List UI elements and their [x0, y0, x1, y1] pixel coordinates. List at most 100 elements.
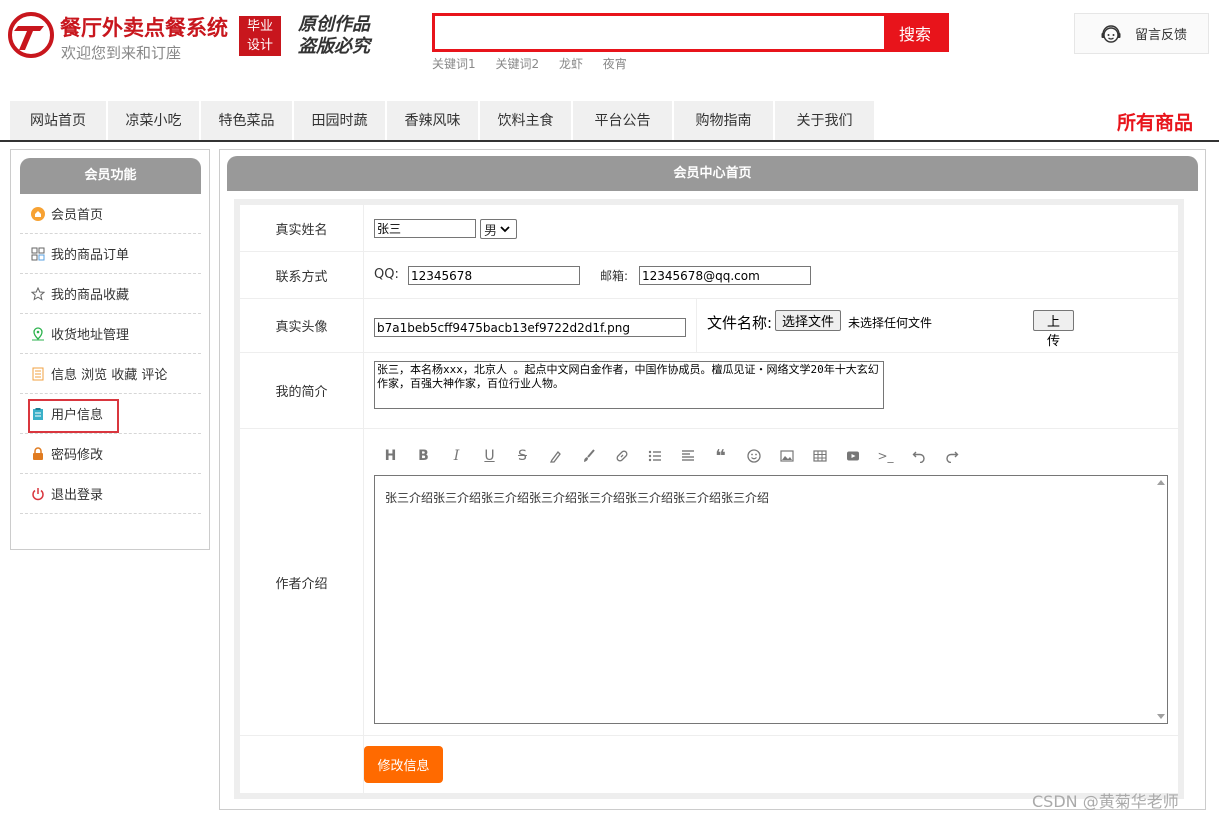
avatar-field-cell	[364, 299, 697, 352]
search-keywords: 关键词1 关键词2 龙虾 夜宵	[432, 55, 643, 72]
panel-title: 会员中心首页	[227, 156, 1198, 191]
strikethrough-icon[interactable]: S	[506, 445, 539, 467]
author-field-cell: H B I U S ❝ >_ 张三介绍张三介绍张三介绍张三介绍张三介绍张三介绍张…	[364, 429, 1178, 735]
heading-icon[interactable]: H	[374, 445, 407, 467]
code-icon[interactable]: >_	[869, 445, 902, 467]
nav-item[interactable]: 平台公告	[573, 101, 674, 141]
search-input[interactable]	[435, 16, 884, 49]
form-row-bio: 我的简介 张三，本名杨xxx，北京人 。起点中文网白金作者，中国作协成员。檀瓜见…	[240, 353, 1178, 429]
sidebar-title: 会员功能	[20, 158, 201, 194]
star-icon	[31, 286, 45, 301]
badge-line: 毕业	[246, 19, 273, 34]
member-home-icon	[31, 206, 45, 221]
nav-item[interactable]: 饮料主食	[480, 101, 573, 141]
feedback-label: 留言反馈	[1135, 28, 1188, 43]
avatar-filename-input[interactable]	[374, 318, 686, 337]
slogan-line: 原创作品	[298, 14, 370, 35]
power-icon	[32, 487, 44, 500]
gender-value: 男	[484, 223, 498, 239]
site-title: 餐厅外卖点餐系统	[60, 16, 228, 40]
location-icon	[32, 326, 44, 340]
brush-icon[interactable]	[572, 445, 605, 467]
rich-text-editor[interactable]: 张三介绍张三介绍张三介绍张三介绍张三介绍张三介绍张三介绍张三介绍	[374, 475, 1168, 724]
editor-content: 张三介绍张三介绍张三介绍张三介绍张三介绍张三介绍张三介绍张三介绍	[385, 491, 770, 505]
active-item-highlight	[28, 399, 119, 433]
name-label: 真实姓名	[240, 205, 364, 251]
all-goods-link[interactable]: 所有商品	[1117, 108, 1193, 135]
quote-icon[interactable]: ❝	[704, 445, 737, 467]
sidebar-menu: 会员首页 我的商品订单 我的商品收藏 收货地址管理 信息 浏览 收藏 评论 用户…	[20, 194, 201, 514]
nav-item[interactable]: 网站首页	[10, 101, 108, 141]
form-row-contact: 联系方式 QQ: 邮箱:	[240, 252, 1178, 299]
form-row-avatar: 真实头像 文件名称: 选择文件 未选择任何文件 上 传	[240, 299, 1178, 353]
bio-textarea[interactable]: 张三，本名杨xxx，北京人 。起点中文网白金作者，中国作协成员。檀瓜见证・网络文…	[374, 361, 884, 409]
submit-button[interactable]: 修改信息	[364, 746, 443, 783]
graduation-badge: 毕业 设计	[239, 16, 281, 56]
sidebar-item-member-home[interactable]: 会员首页	[20, 194, 201, 234]
member-center-panel: 会员中心首页 真实姓名 男 联系方式 QQ: 邮箱: 真实头像	[219, 149, 1206, 810]
real-name-input[interactable]	[374, 219, 476, 238]
nav-item[interactable]: 关于我们	[775, 101, 876, 141]
chevron-down-icon	[500, 226, 510, 233]
align-icon[interactable]	[671, 445, 704, 467]
sidebar-item-label: 密码修改	[51, 448, 104, 463]
site-subtitle: 欢迎您到来和订座	[61, 44, 182, 62]
nav-item[interactable]: 凉菜小吃	[108, 101, 201, 141]
video-icon[interactable]	[836, 445, 869, 467]
sidebar-item-orders[interactable]: 我的商品订单	[20, 234, 201, 274]
qq-input[interactable]	[408, 266, 580, 285]
gender-select[interactable]: 男	[480, 219, 517, 239]
email-label: 邮箱:	[600, 269, 629, 283]
contact-label: 联系方式	[240, 252, 364, 298]
name-field-cell: 男	[364, 205, 1178, 251]
nav-divider	[0, 140, 1219, 142]
sidebar-item-password[interactable]: 密码修改	[20, 434, 201, 474]
underline-icon[interactable]: U	[473, 445, 506, 467]
sidebar-item-logout[interactable]: 退出登录	[20, 474, 201, 514]
badge-line: 设计	[246, 38, 273, 53]
customer-service-icon	[1101, 24, 1121, 43]
member-sidebar: 会员功能 会员首页 我的商品订单 我的商品收藏 收货地址管理 信息 浏览 收藏 …	[10, 149, 210, 550]
upload-cell: 文件名称: 选择文件 未选择任何文件 上 传	[697, 299, 1178, 353]
keyword-link[interactable]: 夜宵	[603, 57, 627, 71]
scroll-down-icon[interactable]	[1157, 714, 1165, 719]
keyword-link[interactable]: 关键词2	[495, 57, 539, 71]
slogan: 原创作品 盗版必究	[298, 14, 370, 58]
contact-field-cell: QQ: 邮箱:	[364, 252, 1178, 298]
editor-toolbar: H B I U S ❝ >_	[374, 445, 968, 467]
nav-item[interactable]: 购物指南	[674, 101, 775, 141]
undo-icon[interactable]	[902, 445, 935, 467]
keyword-link[interactable]: 关键词1	[432, 57, 476, 71]
submit-label-cell	[240, 736, 364, 793]
choose-file-button[interactable]: 选择文件	[775, 310, 842, 331]
avatar-label: 真实头像	[240, 299, 364, 352]
form-row-name: 真实姓名 男	[240, 205, 1178, 252]
sidebar-item-favorites[interactable]: 我的商品收藏	[20, 274, 201, 314]
feedback-button[interactable]: 留言反馈	[1074, 13, 1209, 54]
watermark: CSDN @黄菊华老师	[1032, 792, 1179, 811]
sidebar-item-address[interactable]: 收货地址管理	[20, 314, 201, 354]
keyword-link[interactable]: 龙虾	[559, 57, 583, 71]
table-icon[interactable]	[803, 445, 836, 467]
lock-icon	[33, 446, 43, 460]
nav-item[interactable]: 田园时蔬	[294, 101, 387, 141]
redo-icon[interactable]	[935, 445, 968, 467]
italic-icon[interactable]: I	[440, 445, 473, 467]
nav-item[interactable]: 特色菜品	[201, 101, 294, 141]
nav-item[interactable]: 香辣风味	[387, 101, 480, 141]
emoji-icon[interactable]	[737, 445, 770, 467]
email-input[interactable]	[639, 266, 811, 285]
link-icon[interactable]	[605, 445, 638, 467]
bullet-list-icon[interactable]	[638, 445, 671, 467]
sidebar-item-info[interactable]: 信息 浏览 收藏 评论	[20, 354, 201, 394]
bold-icon[interactable]: B	[407, 445, 440, 467]
upload-button[interactable]: 上 传	[1033, 310, 1074, 349]
search-button[interactable]: 搜索	[884, 16, 946, 49]
sidebar-item-label: 信息 浏览 收藏 评论	[51, 368, 168, 383]
highlight-icon[interactable]	[539, 445, 572, 467]
form-row-author: 作者介绍 H B I U S ❝ >_ 张三介绍张三介绍张三介绍张三介绍张三介绍…	[240, 429, 1178, 736]
scroll-up-icon[interactable]	[1157, 480, 1165, 485]
sidebar-item-label: 我的商品收藏	[51, 288, 130, 303]
sidebar-item-label: 会员首页	[51, 208, 104, 223]
image-icon[interactable]	[770, 445, 803, 467]
